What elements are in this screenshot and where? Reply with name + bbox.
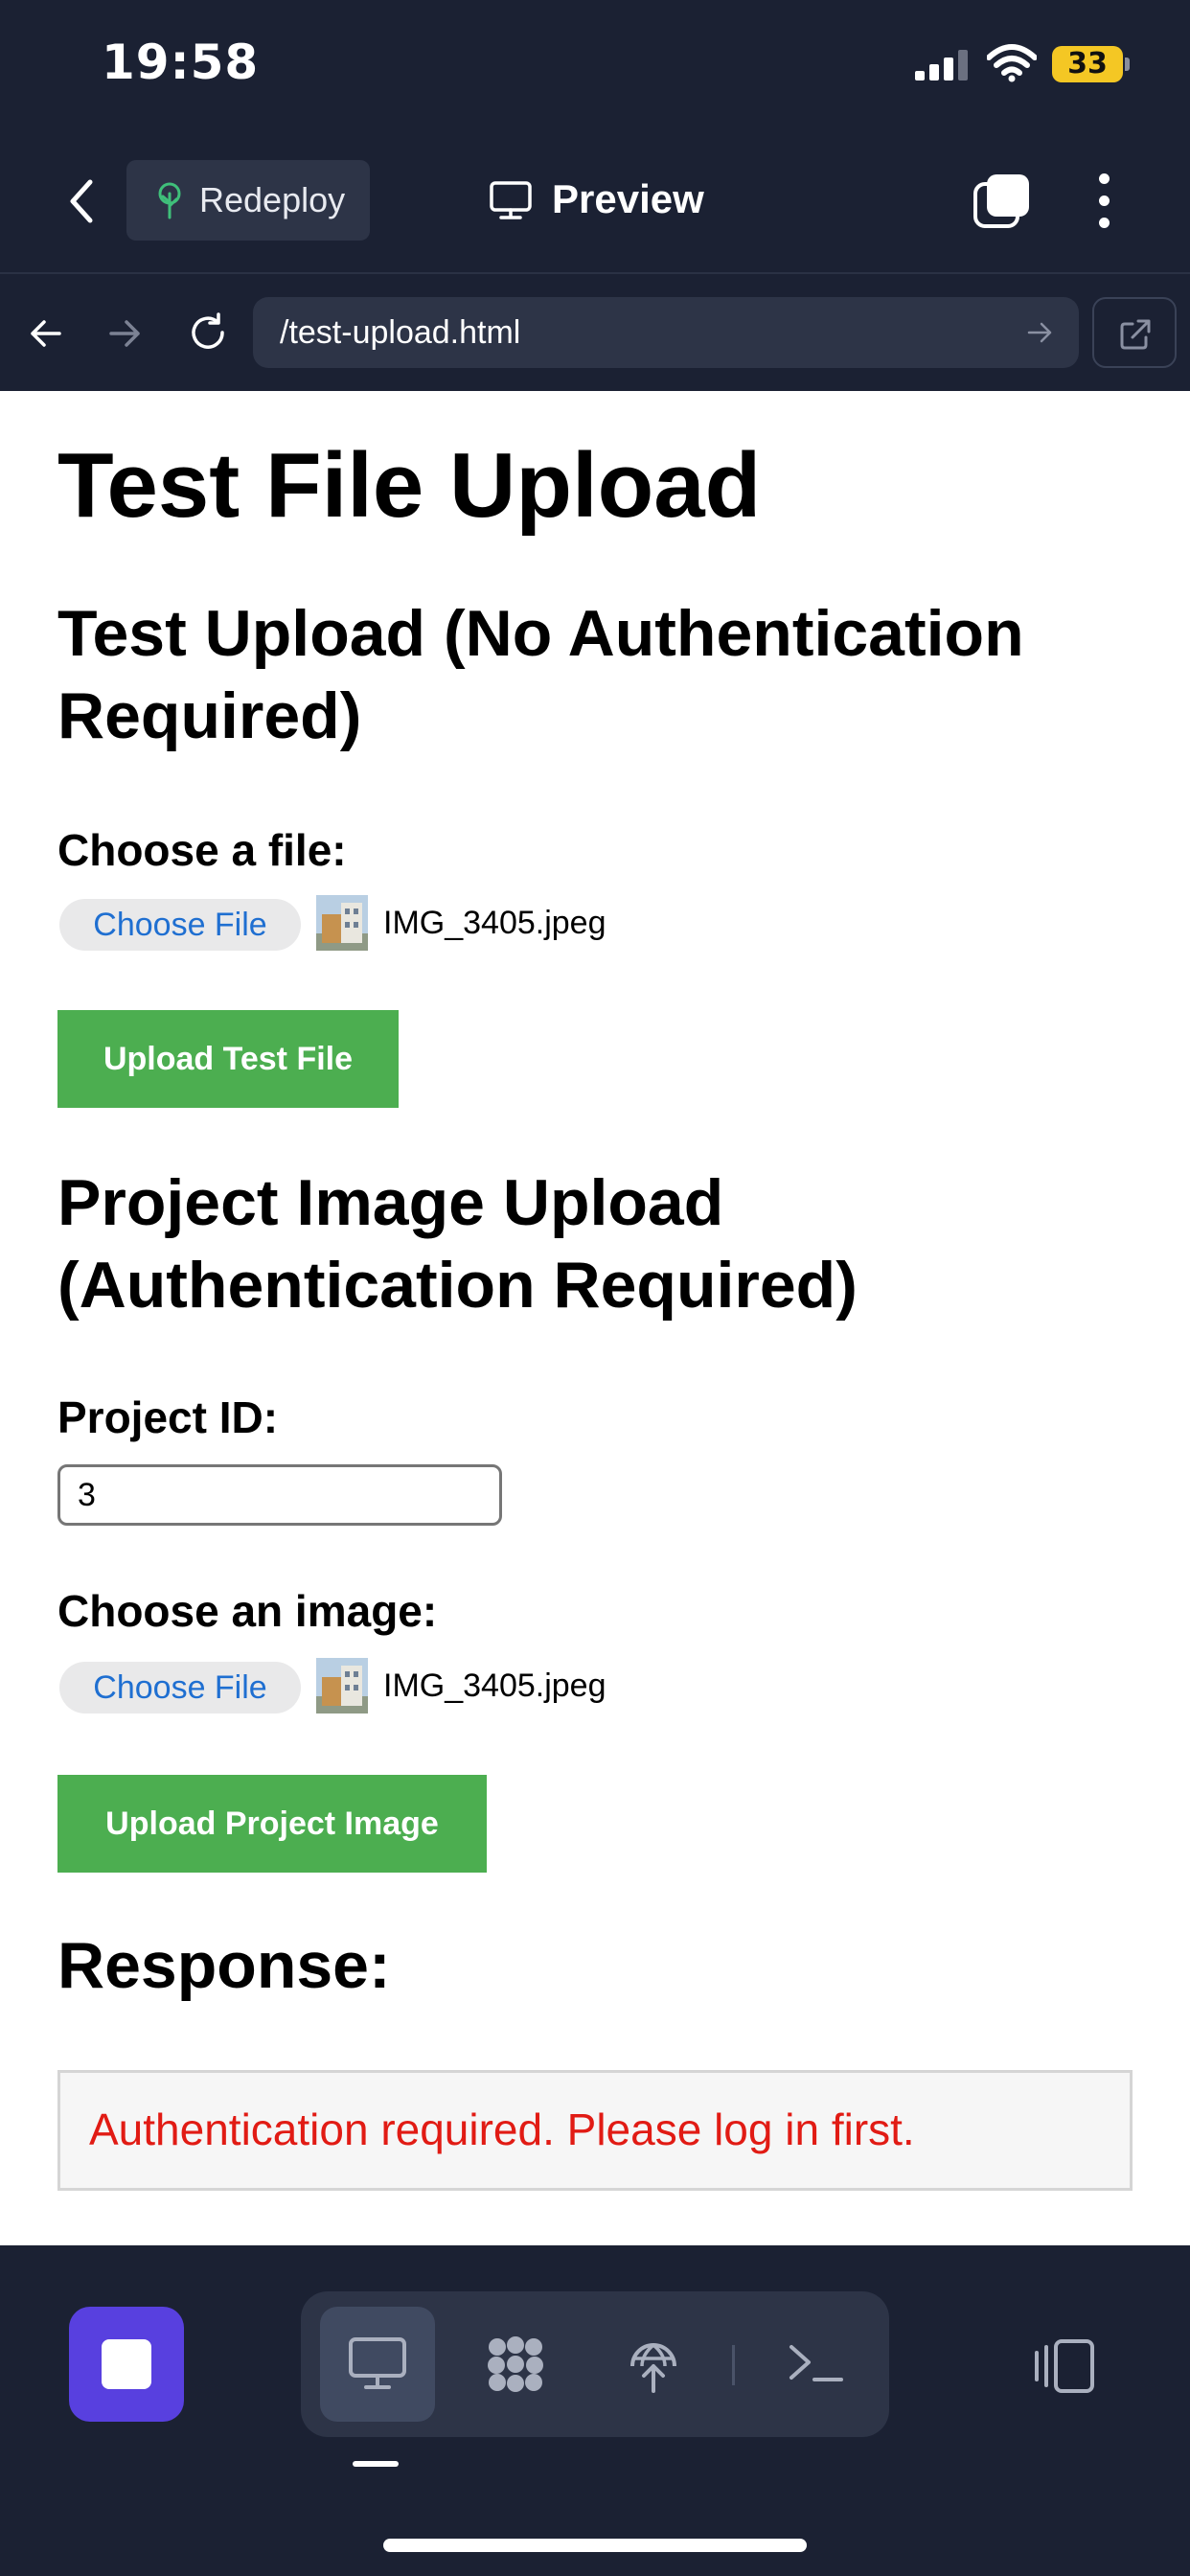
monitor-icon <box>349 2337 406 2389</box>
response-box: Authentication required. Please log in f… <box>57 2070 1133 2191</box>
redeploy-button[interactable]: Redeploy <box>126 160 370 241</box>
redeploy-label: Redeploy <box>199 180 346 219</box>
project-id-input[interactable]: 3 <box>57 1464 502 1526</box>
app-header: Redeploy Preview <box>0 134 1190 274</box>
signal-icon <box>915 50 968 80</box>
cluster-icon <box>488 2336 543 2392</box>
test-upload-heading: Test Upload (No Authentication Required) <box>57 597 1024 752</box>
tree-icon <box>158 182 181 219</box>
web-page: Test File Upload Test Upload (No Authent… <box>0 391 1190 2245</box>
url-field[interactable]: /test-upload.html <box>253 297 1079 368</box>
battery-icon: 33 <box>1052 46 1131 82</box>
deploy-tab[interactable] <box>596 2307 711 2422</box>
terminal-icon <box>790 2345 843 2381</box>
selected-image-name: IMG_3405.jpeg <box>383 1668 606 1704</box>
reload-icon[interactable] <box>186 310 230 355</box>
monitor-icon <box>490 181 532 219</box>
arrow-right-icon[interactable] <box>105 314 144 353</box>
choose-file-button[interactable]: Choose File <box>59 899 301 951</box>
status-bar: 19:58 33 <box>0 0 1190 134</box>
view-switcher <box>301 2291 889 2437</box>
panel-icon[interactable] <box>1031 2337 1096 2395</box>
preview-label: Preview <box>552 176 704 221</box>
dot <box>1099 196 1110 206</box>
upload-project-image-button[interactable]: Upload Project Image <box>57 1775 487 1873</box>
dot <box>1099 173 1110 184</box>
status-time: 19:58 <box>102 34 260 90</box>
wifi-icon <box>987 44 1037 82</box>
external-link-icon <box>1120 319 1151 350</box>
url-text: /test-upload.html <box>280 314 521 351</box>
stop-icon <box>102 2339 151 2389</box>
back-arrow-icon[interactable] <box>59 172 102 230</box>
shell-tab[interactable] <box>759 2307 874 2422</box>
globe-upload-icon <box>630 2343 676 2393</box>
file-thumbnail <box>316 895 368 951</box>
home-indicator <box>383 2539 807 2552</box>
response-message: Authentication required. Please log in f… <box>89 2104 915 2154</box>
project-upload-heading: Project Image Upload (Authentication Req… <box>57 1166 858 1322</box>
browser-bar: /test-upload.html <box>0 276 1190 391</box>
more-vertical-icon[interactable] <box>1094 171 1113 232</box>
upload-test-file-button[interactable]: Upload Test File <box>57 1010 399 1108</box>
battery-level: 33 <box>1052 46 1123 82</box>
active-tab-indicator <box>353 2461 399 2467</box>
stop-button[interactable] <box>69 2307 184 2422</box>
choose-image-label: Choose an image: <box>57 1586 438 1636</box>
dot <box>1099 218 1110 228</box>
selected-file-name: IMG_3405.jpeg <box>383 905 606 941</box>
cluster-tab[interactable] <box>458 2307 573 2422</box>
project-id-label: Project ID: <box>57 1392 279 1442</box>
preview-tab[interactable] <box>320 2307 435 2422</box>
page-title: Test File Upload <box>57 434 762 537</box>
response-heading: Response: <box>57 1929 391 2002</box>
arrow-left-icon[interactable] <box>27 314 65 353</box>
toolbar-divider <box>732 2345 735 2385</box>
image-thumbnail <box>316 1658 368 1714</box>
choose-file-label: Choose a file: <box>57 825 347 875</box>
choose-image-button[interactable]: Choose File <box>59 1662 301 1714</box>
tabs-icon[interactable] <box>972 171 1033 232</box>
open-external-button[interactable] <box>1092 297 1177 368</box>
bottom-toolbar <box>0 2245 1190 2576</box>
go-arrow-icon[interactable] <box>1025 318 1054 347</box>
battery-cap <box>1125 58 1130 71</box>
